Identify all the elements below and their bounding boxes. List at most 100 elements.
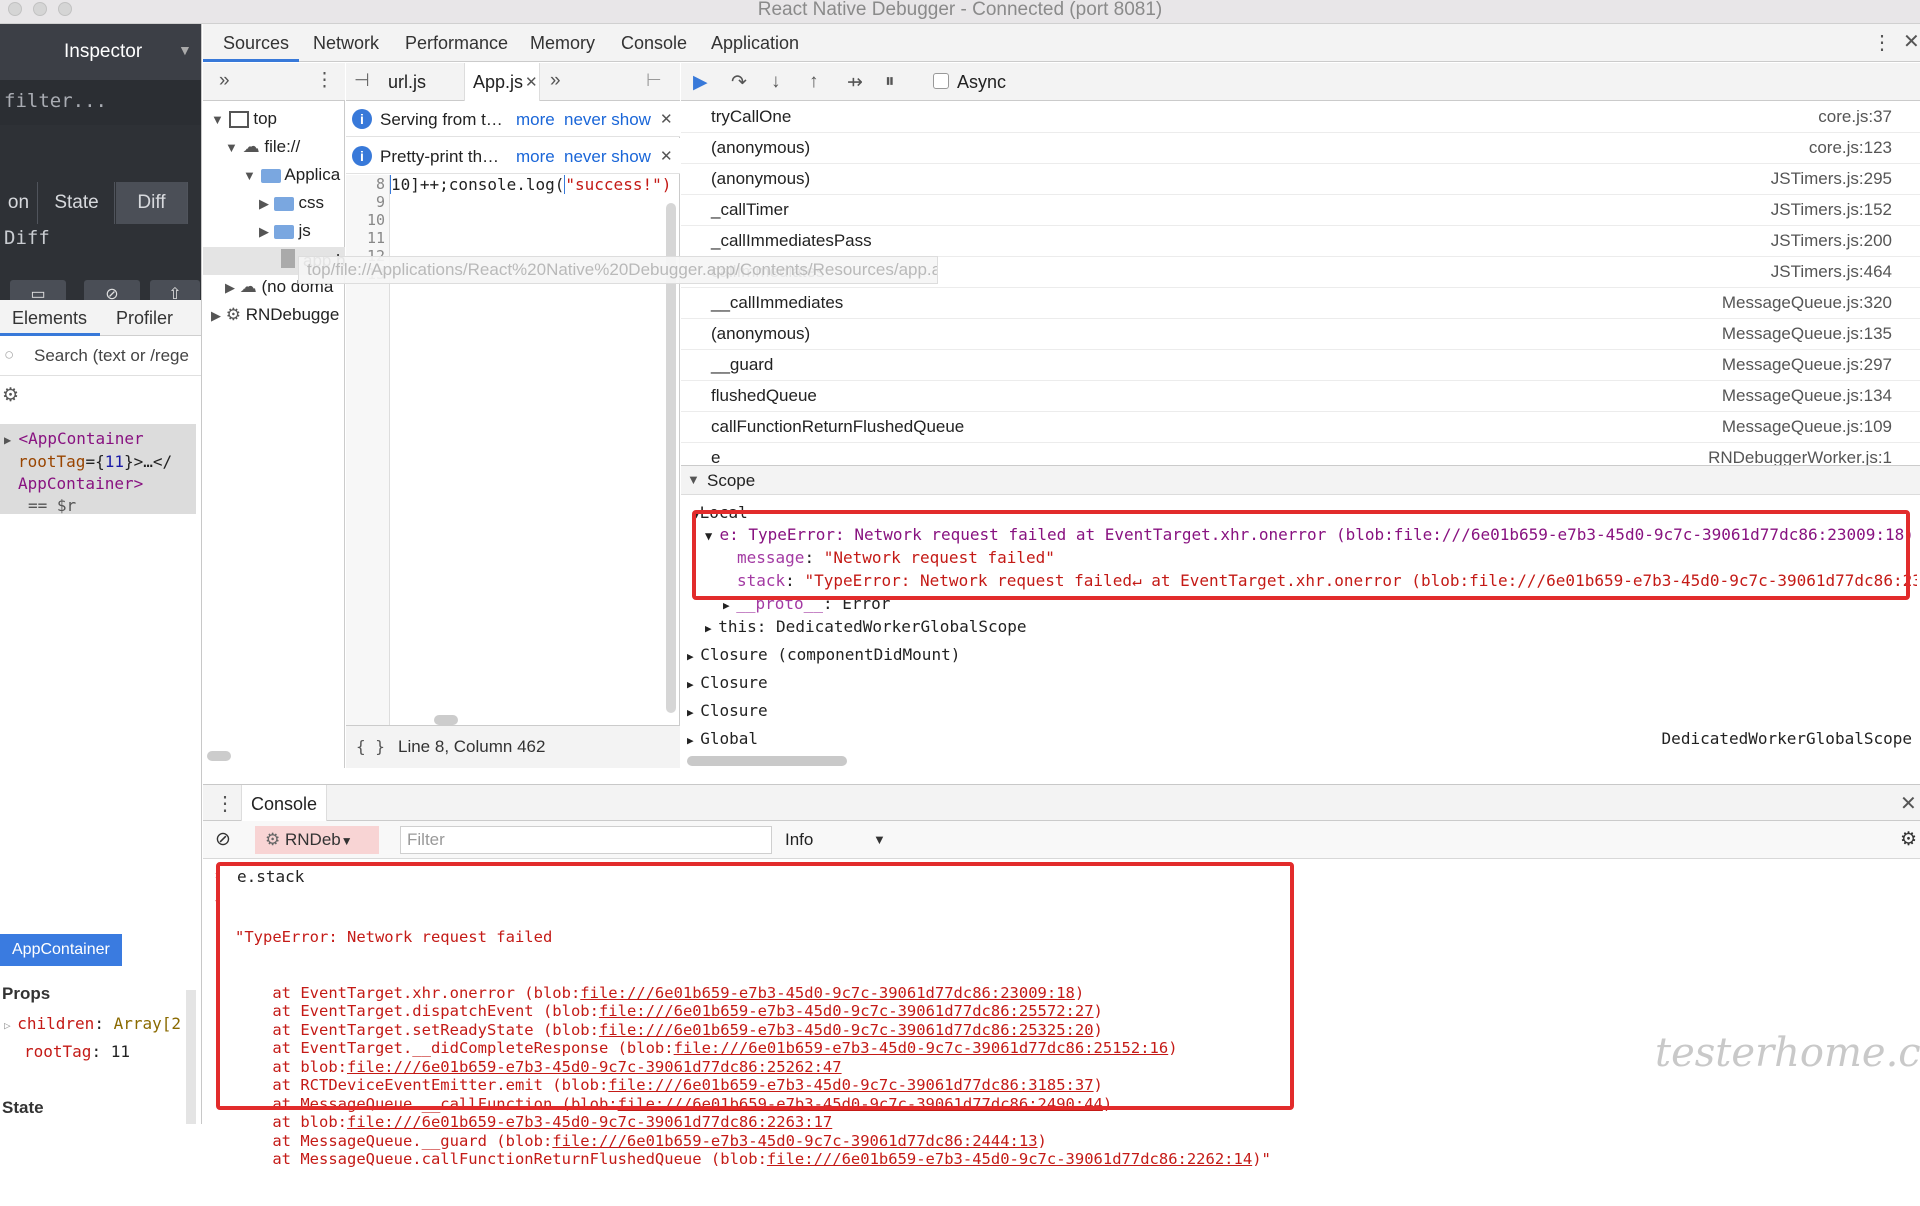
more-tabs-icon[interactable]: » <box>219 70 230 92</box>
expand-icon[interactable]: ▶ <box>687 706 700 719</box>
close-icon[interactable]: ✕ <box>660 110 673 128</box>
expand-icon[interactable]: ▶ <box>687 678 700 691</box>
call-frame-location[interactable]: MessageQueue.js:134 <box>1722 386 1892 406</box>
gear-icon[interactable]: ⚙ <box>1900 828 1917 851</box>
more-link[interactable]: more <box>516 147 555 167</box>
scrollbar[interactable] <box>186 990 196 1124</box>
scope-closure[interactable]: ▶ Closure <box>687 701 768 720</box>
toggle-navigator-icon[interactable]: ⊣ <box>354 70 370 91</box>
tab-sources[interactable]: Sources <box>223 33 289 54</box>
segment-state[interactable]: State <box>39 182 115 224</box>
tree-item-css[interactable]: ▶ css <box>259 193 324 213</box>
editor-tab-url-js[interactable]: url.js <box>388 72 426 93</box>
step-out-icon[interactable]: ↑ <box>809 71 819 93</box>
pause-exceptions-icon[interactable]: ⏸ <box>885 71 895 93</box>
expand-icon[interactable]: ▶ <box>687 650 700 663</box>
collapse-icon[interactable]: ▼ <box>243 168 256 183</box>
scrollbar[interactable] <box>434 715 458 725</box>
clear-console-icon[interactable]: ⊘ <box>215 828 231 851</box>
editor-tab-app-js[interactable]: App.js ✕ <box>464 63 540 101</box>
tree-item-top[interactable]: ▼ top <box>211 109 277 129</box>
scrollbar[interactable] <box>207 751 231 761</box>
component-search-input[interactable]: Search (text or /rege <box>34 346 189 366</box>
call-frame-location[interactable]: MessageQueue.js:135 <box>1722 324 1892 344</box>
stack-frame-link[interactable]: file:///6e01b659-e7b3-45d0-9c7c-39061d77… <box>552 1132 1037 1150</box>
context-select[interactable]: ⚙ RNDeb▼ <box>255 826 379 854</box>
call-frame-location[interactable]: JSTimers.js:295 <box>1771 169 1892 189</box>
tab-memory[interactable]: Memory <box>530 33 595 54</box>
resume-icon[interactable]: ▶ <box>693 71 708 94</box>
call-frame[interactable]: (anonymous) core.js:123 <box>681 133 1920 164</box>
more-vertical-icon[interactable]: ⋮ <box>215 791 235 816</box>
stack-frame-link[interactable]: file:///6e01b659-e7b3-45d0-9c7c-39061d77… <box>767 1150 1252 1168</box>
tab-performance[interactable]: Performance <box>405 33 508 54</box>
tab-elements[interactable]: Elements <box>12 308 87 329</box>
tab-network[interactable]: Network <box>313 33 379 54</box>
component-tree[interactable]: ▶ <AppContainer rootTag={11}>…</ AppCont… <box>0 424 196 515</box>
scope-closure[interactable]: ▶ Closure <box>687 673 768 692</box>
expand-icon[interactable]: ▶ <box>4 433 18 447</box>
scope-global[interactable]: ▶ Global <box>687 729 758 748</box>
call-frame[interactable]: flushedQueue MessageQueue.js:134 <box>681 381 1920 412</box>
collapse-icon[interactable]: ▼ <box>687 472 700 487</box>
async-checkbox[interactable] <box>933 73 949 89</box>
expand-icon[interactable]: ▶ <box>723 599 736 612</box>
collapse-icon[interactable]: ▼ <box>211 112 224 127</box>
log-level-select[interactable]: Info ▼ <box>781 826 891 854</box>
call-frame[interactable]: tryCallOne core.js:37 <box>681 102 1920 133</box>
more-vertical-icon[interactable]: ⋮ <box>315 69 334 92</box>
deactivate-breakpoints-icon[interactable]: ⇸ <box>847 71 863 94</box>
toggle-debugger-icon[interactable]: ⊢ <box>646 70 662 91</box>
call-frame[interactable]: _callImmediatesPass JSTimers.js:200 <box>681 226 1920 257</box>
never-show-link[interactable]: never show <box>564 110 651 130</box>
tree-item-applications[interactable]: ▼ Applica <box>243 165 340 185</box>
stack-frame-link[interactable]: file:///6e01b659-e7b3-45d0-9c7c-39061d77… <box>347 1113 832 1131</box>
expand-icon[interactable]: ▶ <box>225 280 235 295</box>
tab-application[interactable]: Application <box>711 33 799 54</box>
tree-item-js[interactable]: ▶ js <box>259 221 311 241</box>
scope-section-header[interactable]: ▼ Scope <box>681 465 1920 495</box>
call-frame-location[interactable]: MessageQueue.js:297 <box>1722 355 1892 375</box>
more-tabs-icon[interactable]: » <box>550 70 561 92</box>
scope-this[interactable]: ▶ this: DedicatedWorkerGlobalScope <box>705 617 1027 636</box>
close-icon[interactable]: ✕ <box>525 73 538 91</box>
expand-icon[interactable]: ▶ <box>211 308 221 323</box>
gear-icon[interactable]: ⚙ <box>2 384 19 407</box>
console-filter-input[interactable]: Filter <box>400 826 772 854</box>
call-frame-location[interactable]: core.js:37 <box>1818 107 1892 127</box>
expand-icon[interactable]: ▶ <box>259 196 269 211</box>
close-icon[interactable]: ✕ <box>660 147 673 165</box>
step-into-icon[interactable]: ↓ <box>771 71 781 93</box>
call-frame[interactable]: __callImmediates MessageQueue.js:320 <box>681 288 1920 319</box>
call-frame-location[interactable]: JSTimers.js:152 <box>1771 200 1892 220</box>
call-frame-location[interactable]: core.js:123 <box>1809 138 1892 158</box>
code-line[interactable]: 10]++;console.log("success!") <box>390 175 680 194</box>
selected-component-chip[interactable]: AppContainer <box>0 934 122 966</box>
collapse-icon[interactable]: ▼ <box>225 140 238 155</box>
chevron-down-icon[interactable]: ▼ <box>178 42 192 58</box>
never-show-link[interactable]: never show <box>564 147 651 167</box>
tree-item-file[interactable]: ▼ ☁ file:// <box>225 137 300 157</box>
call-frame[interactable]: __guard MessageQueue.js:297 <box>681 350 1920 381</box>
prop-row-children[interactable]: ▷ children: Array[2 <box>4 1014 181 1033</box>
tab-console[interactable]: Console <box>621 33 687 54</box>
call-frame-location[interactable]: MessageQueue.js:109 <box>1722 417 1892 437</box>
call-frame-location[interactable]: JSTimers.js:464 <box>1771 262 1892 282</box>
call-frame-location[interactable]: JSTimers.js:200 <box>1771 231 1892 251</box>
more-link[interactable]: more <box>516 110 555 130</box>
tab-profiler[interactable]: Profiler <box>116 308 173 329</box>
step-over-icon[interactable]: ↷ <box>731 71 747 94</box>
expand-icon[interactable]: ▶ <box>705 622 718 635</box>
tree-item-rndebugger[interactable]: ▶ ⚙ RNDebugge <box>211 305 339 325</box>
call-frame[interactable]: (anonymous) JSTimers.js:295 <box>681 164 1920 195</box>
close-icon[interactable]: ✕ <box>1900 791 1917 816</box>
redux-filter-input[interactable]: filter... <box>4 90 194 112</box>
drawer-tab-console[interactable]: Console <box>241 785 327 821</box>
expand-icon[interactable]: ▶ <box>259 224 269 239</box>
call-frame[interactable]: _callTimer JSTimers.js:152 <box>681 195 1920 226</box>
scrollbar[interactable] <box>687 756 847 766</box>
pretty-print-icon[interactable]: { } <box>356 737 385 756</box>
call-frame[interactable]: (anonymous) MessageQueue.js:135 <box>681 319 1920 350</box>
inspector-header[interactable]: Inspector ▼ <box>0 24 201 80</box>
segment-diff[interactable]: Diff <box>116 182 188 224</box>
